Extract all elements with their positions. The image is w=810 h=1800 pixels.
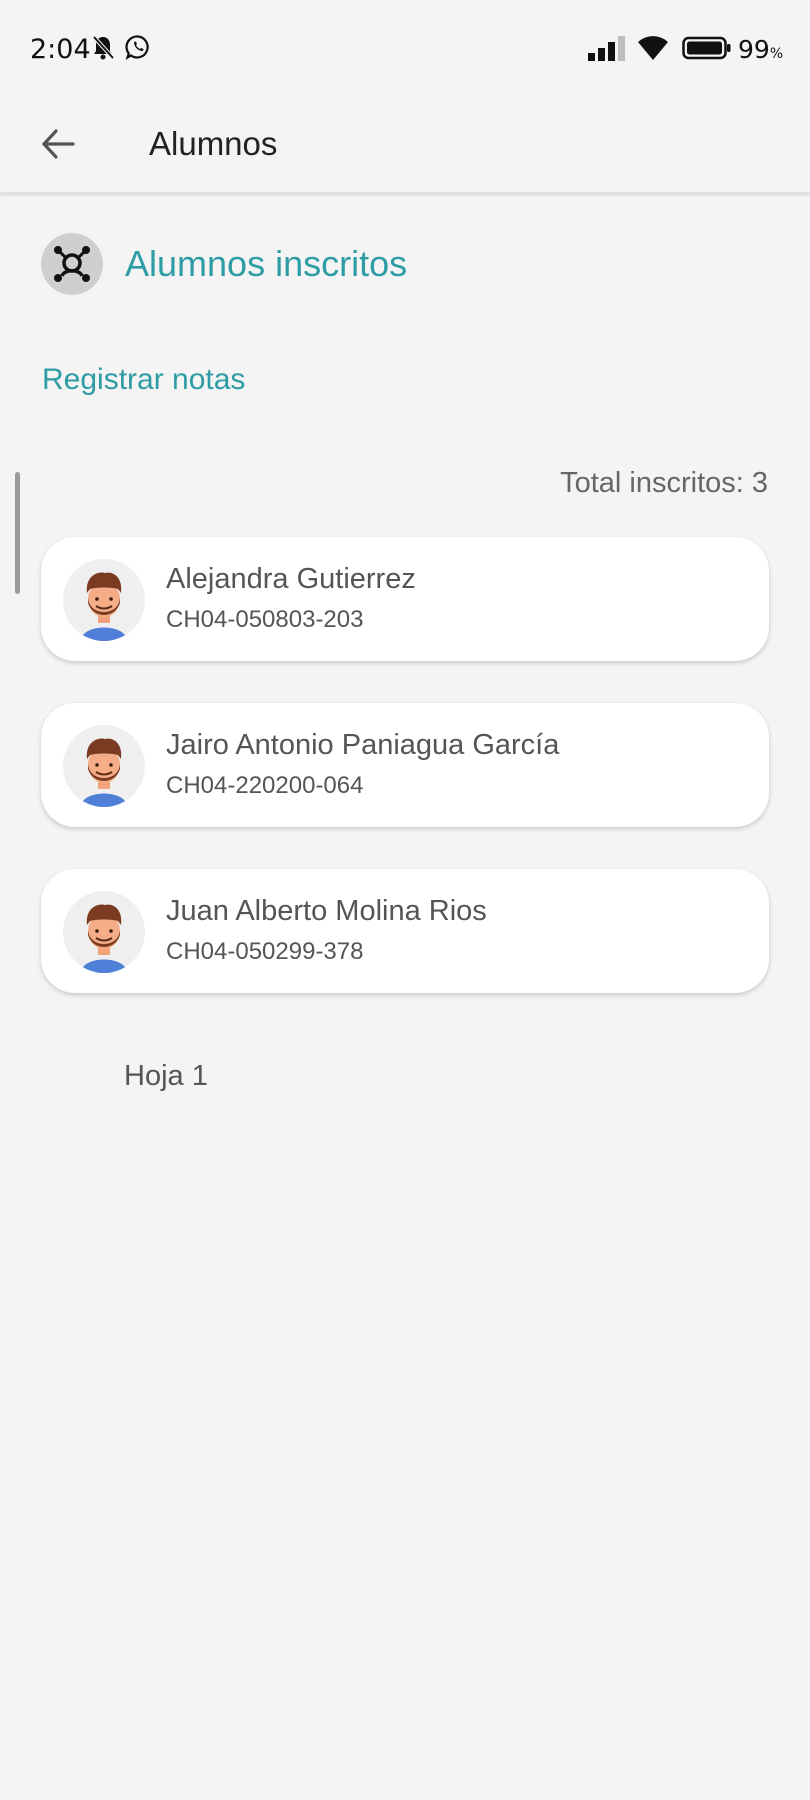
student-id: CH04-050299-378 [166, 938, 364, 965]
student-name: Juan Alberto Molina Rios [166, 895, 487, 927]
total-enrolled-label: Total inscritos: 3 [560, 467, 768, 499]
student-name: Jairo Antonio Paniagua García [166, 729, 560, 761]
student-card[interactable]: Jairo Antonio Paniagua García CH04-22020… [41, 703, 769, 827]
page-title: Alumnos [149, 125, 278, 162]
page-indicator: Hoja 1 [124, 1060, 208, 1092]
bearded-man-avatar [63, 725, 145, 807]
bearded-man-avatar [63, 559, 145, 641]
student-card[interactable]: Juan Alberto Molina Rios CH04-050299-378 [41, 869, 769, 993]
section-title: Alumnos inscritos [125, 243, 408, 284]
student-id: CH04-050803-203 [166, 606, 364, 633]
signal-icon [588, 36, 625, 61]
bearded-man-avatar [63, 891, 145, 973]
student-id: CH04-220200-064 [166, 772, 364, 799]
bell-off-icon [92, 35, 114, 60]
student-card[interactable]: Alejandra Gutierrez CH04-050803-203 [41, 537, 769, 661]
back-button[interactable] [30, 116, 86, 172]
battery-percent: 99% [738, 35, 784, 64]
whatsapp-icon [125, 35, 149, 60]
scroll-indicator[interactable] [15, 472, 20, 594]
register-grades-link[interactable]: Registrar notas [42, 358, 245, 402]
battery-icon [682, 36, 731, 60]
arrow-left-icon [42, 129, 75, 159]
wifi-icon [638, 36, 668, 60]
app-bar: Alumnos [0, 96, 810, 193]
student-group-icon [41, 233, 103, 295]
status-time: 2:04 [30, 34, 91, 65]
status-bar: 2:04 99% [0, 0, 810, 96]
student-name: Alejandra Gutierrez [166, 563, 416, 595]
